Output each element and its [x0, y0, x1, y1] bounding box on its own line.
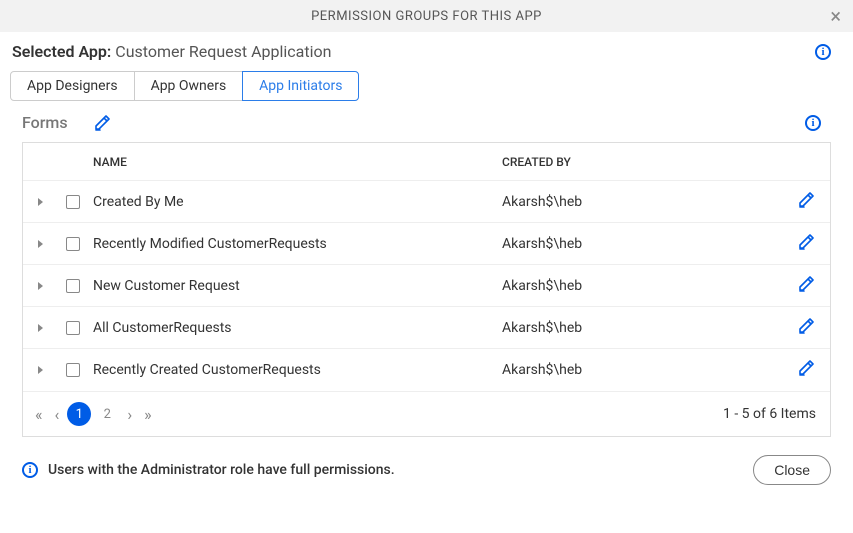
- table-body: Created By Me Akarsh$\heb Recently Modif…: [23, 181, 830, 391]
- row-checkbox[interactable]: [57, 278, 89, 294]
- table-row: Recently Modified CustomerRequests Akars…: [23, 223, 830, 265]
- row-name: All CustomerRequests: [89, 320, 502, 336]
- edit-row-icon[interactable]: [798, 192, 814, 208]
- pager-next-icon[interactable]: ›: [121, 405, 138, 424]
- row-checkbox[interactable]: [57, 320, 89, 336]
- selected-app-name: Customer Request Application: [115, 42, 331, 61]
- chevron-right-icon: [38, 324, 43, 332]
- tab-app-initiators[interactable]: App Initiators: [242, 71, 359, 101]
- row-checkbox[interactable]: [57, 236, 89, 252]
- expand-toggle[interactable]: [23, 362, 57, 378]
- close-button[interactable]: Close: [753, 455, 831, 485]
- info-icon: [22, 462, 38, 478]
- expand-toggle[interactable]: [23, 278, 57, 294]
- row-checkbox[interactable]: [57, 194, 89, 210]
- info-icon[interactable]: [805, 115, 821, 131]
- row-name: New Customer Request: [89, 278, 502, 294]
- edit-row-icon[interactable]: [798, 360, 814, 376]
- row-created-by: Akarsh$\heb: [502, 320, 782, 336]
- edit-row-icon[interactable]: [798, 276, 814, 292]
- expand-toggle[interactable]: [23, 320, 57, 336]
- col-createdby-header: CREATED BY: [502, 155, 782, 169]
- col-name-header: NAME: [89, 155, 502, 169]
- forms-table: NAME CREATED BY Created By Me Akarsh$\he…: [22, 142, 831, 437]
- pager-page-1[interactable]: 1: [67, 402, 91, 426]
- modal-title: PERMISSION GROUPS FOR THIS APP: [311, 9, 542, 24]
- chevron-right-icon: [38, 366, 43, 374]
- row-created-by: Akarsh$\heb: [502, 194, 782, 210]
- tabs: App Designers App Owners App Initiators: [0, 67, 853, 101]
- forms-section-header: Forms: [0, 101, 853, 136]
- edit-forms-icon[interactable]: [94, 115, 110, 131]
- footer-note: Users with the Administrator role have f…: [48, 462, 395, 478]
- row-created-by: Akarsh$\heb: [502, 362, 782, 378]
- chevron-right-icon: [38, 240, 43, 248]
- permission-groups-modal: PERMISSION GROUPS FOR THIS APP × Selecte…: [0, 0, 853, 505]
- edit-row-icon[interactable]: [798, 318, 814, 334]
- pager-last-icon[interactable]: »: [138, 405, 158, 424]
- pager-prev-icon[interactable]: ‹: [49, 405, 66, 424]
- tab-app-designers[interactable]: App Designers: [10, 71, 135, 101]
- selected-app-row: Selected App: Customer Request Applicati…: [0, 32, 853, 67]
- pager-summary: 1 - 5 of 6 Items: [723, 406, 824, 422]
- pager-first-icon[interactable]: «: [29, 405, 49, 424]
- expand-toggle[interactable]: [23, 236, 57, 252]
- pager-page-2[interactable]: 2: [95, 402, 119, 426]
- section-title: Forms: [22, 113, 68, 132]
- close-icon[interactable]: ×: [830, 6, 841, 26]
- row-name: Created By Me: [89, 194, 502, 210]
- row-created-by: Akarsh$\heb: [502, 278, 782, 294]
- row-name: Recently Modified CustomerRequests: [89, 236, 502, 252]
- selected-app-label: Selected App:: [12, 42, 111, 61]
- row-checkbox[interactable]: [57, 362, 89, 378]
- table-row: Recently Created CustomerRequests Akarsh…: [23, 349, 830, 391]
- table-header: NAME CREATED BY: [23, 143, 830, 181]
- footer: Users with the Administrator role have f…: [0, 437, 853, 505]
- tab-app-owners[interactable]: App Owners: [134, 71, 244, 101]
- expand-toggle[interactable]: [23, 194, 57, 210]
- chevron-right-icon: [38, 282, 43, 290]
- modal-header: PERMISSION GROUPS FOR THIS APP ×: [0, 0, 853, 32]
- table-row: All CustomerRequests Akarsh$\heb: [23, 307, 830, 349]
- chevron-right-icon: [38, 198, 43, 206]
- table-row: New Customer Request Akarsh$\heb: [23, 265, 830, 307]
- table-row: Created By Me Akarsh$\heb: [23, 181, 830, 223]
- row-name: Recently Created CustomerRequests: [89, 362, 502, 378]
- info-icon[interactable]: [815, 44, 831, 60]
- edit-row-icon[interactable]: [798, 234, 814, 250]
- row-created-by: Akarsh$\heb: [502, 236, 782, 252]
- pager: « ‹ 1 2 › » 1 - 5 of 6 Items: [23, 391, 830, 436]
